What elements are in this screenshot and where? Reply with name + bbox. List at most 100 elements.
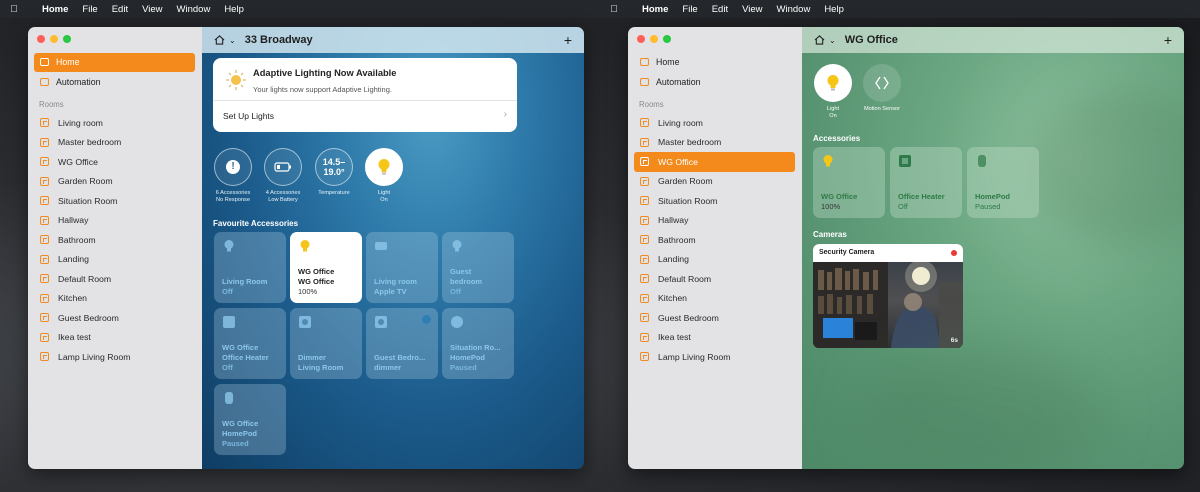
device-motion-sensor[interactable]: Motion Sensor: [860, 64, 904, 113]
menu-window[interactable]: Window: [177, 4, 211, 15]
home-window: Home Automation Rooms Living room Master…: [28, 27, 584, 469]
sidebar-room[interactable]: Garden Room: [34, 172, 195, 192]
sidebar-item-label: WG Office: [58, 156, 98, 167]
menu-window[interactable]: Window: [777, 4, 811, 15]
room-icon: [40, 235, 49, 245]
accessory-tile[interactable]: Dimmer Living Room: [290, 308, 362, 379]
menu-view[interactable]: View: [142, 4, 162, 15]
sidebar-room[interactable]: Kitchen: [634, 289, 795, 309]
adaptive-lighting-banner: Adaptive Lighting Now Available Your lig…: [213, 58, 517, 132]
status-temperature[interactable]: 14.5– 19.0° Temperature: [312, 148, 356, 197]
close-button[interactable]: [637, 35, 645, 43]
room-icon: [40, 352, 49, 362]
sidebar-item-home[interactable]: Home: [634, 53, 795, 72]
close-button[interactable]: [37, 35, 45, 43]
accessory-tile[interactable]: WG Office WG Office 100%: [290, 232, 362, 303]
sidebar-room[interactable]: Living room: [634, 113, 795, 133]
room-icon: [40, 215, 49, 225]
room-icon: [40, 137, 49, 147]
sidebar-item-automation[interactable]: Automation: [634, 73, 795, 92]
accessory-tile[interactable]: Office Heater Off: [890, 147, 962, 218]
banner-title: Adaptive Lighting Now Available: [253, 68, 397, 78]
menu-app[interactable]: Home: [642, 4, 668, 15]
device-status: On: [829, 113, 837, 119]
home-menu-icon[interactable]: [814, 35, 825, 45]
sidebar-item-automation[interactable]: Automation: [34, 73, 195, 92]
sidebar-item-label: Ikea test: [658, 332, 691, 343]
menu-view[interactable]: View: [742, 4, 762, 15]
sidebar-room[interactable]: Master bedroom: [34, 133, 195, 153]
minimize-button[interactable]: [650, 35, 658, 43]
sidebar-room[interactable]: Default Room: [34, 269, 195, 289]
sidebar-room[interactable]: Situation Room: [634, 191, 795, 211]
set-up-lights-button[interactable]: Set Up Lights: [223, 111, 274, 121]
accessory-tile[interactable]: Living Room Off: [214, 232, 286, 303]
sidebar-room[interactable]: Bathroom: [34, 230, 195, 250]
add-button[interactable]: +: [564, 32, 572, 48]
menu-edit[interactable]: Edit: [112, 4, 128, 15]
sidebar-room[interactable]: WG Office: [34, 152, 195, 172]
home-menu-icon[interactable]: [214, 35, 225, 45]
accessory-tile[interactable]: WG Office 100%: [813, 147, 885, 218]
menu-edit[interactable]: Edit: [712, 4, 728, 15]
lightbulb-icon: [224, 240, 234, 252]
sidebar-room[interactable]: Default Room: [634, 269, 795, 289]
sidebar-item-label: Situation Room: [658, 195, 718, 206]
sidebar-room[interactable]: Guest Bedroom: [34, 308, 195, 328]
sidebar-room[interactable]: Guest Bedroom: [634, 308, 795, 328]
menu-file[interactable]: File: [82, 4, 97, 15]
accessory-tile[interactable]: WG Office Office Heater Off: [214, 308, 286, 379]
sidebar-room[interactable]: Situation Room: [34, 191, 195, 211]
chevron-down-icon[interactable]: ⌄: [229, 36, 236, 45]
accessory-tile[interactable]: HomePod Paused: [967, 147, 1039, 218]
sidebar-room[interactable]: Living room: [34, 113, 195, 133]
sidebar-room[interactable]: Hallway: [634, 211, 795, 231]
device-light[interactable]: Light On: [811, 64, 855, 120]
menu-help[interactable]: Help: [824, 4, 844, 15]
sidebar-room[interactable]: Kitchen: [34, 289, 195, 309]
sidebar-room[interactable]: Garden Room: [634, 172, 795, 192]
sidebar-room[interactable]: Ikea test: [634, 328, 795, 348]
zoom-button[interactable]: [663, 35, 671, 43]
accessory-tile[interactable]: Guest Bedro... dimmer: [366, 308, 438, 379]
zoom-button[interactable]: [63, 35, 71, 43]
sidebar-item-label: Garden Room: [658, 176, 713, 187]
apple-menu-icon[interactable]: : [600, 4, 628, 15]
status-no-response[interactable]: ! 6 Accessories No Response: [211, 148, 255, 204]
sidebar-room[interactable]: Landing: [34, 250, 195, 270]
sidebar-item-label: Automation: [56, 76, 101, 87]
sidebar-room[interactable]: Landing: [634, 250, 795, 270]
accessory-tile[interactable]: Situation Ro... HomePod Paused: [442, 308, 514, 379]
sidebar-room[interactable]: WG Office: [634, 152, 795, 172]
sidebar-room[interactable]: Bathroom: [634, 230, 795, 250]
apple-menu-icon[interactable]: : [0, 4, 28, 15]
dimmer-switch-icon: [299, 316, 311, 328]
security-camera-tile[interactable]: Security Camera 6s: [813, 244, 963, 348]
status-light[interactable]: Light On: [362, 148, 406, 204]
sidebar-room[interactable]: Hallway: [34, 211, 195, 231]
room-icon: [40, 254, 49, 264]
lightbulb-icon: [365, 148, 403, 186]
sidebar-item-label: Kitchen: [58, 293, 87, 304]
sidebar-item-label: Situation Room: [58, 195, 118, 206]
sidebar-room[interactable]: Lamp Living Room: [34, 347, 195, 367]
house-icon: [40, 58, 49, 67]
sidebar-item-home[interactable]: Home: [34, 53, 195, 72]
menu-help[interactable]: Help: [224, 4, 244, 15]
homepod-mini-icon: [451, 316, 463, 328]
accessory-tile[interactable]: Guest bedroom Off: [442, 232, 514, 303]
accessory-tile[interactable]: WG Office HomePod Paused: [214, 384, 286, 455]
status-label: 4 Accessories: [265, 190, 301, 196]
add-button[interactable]: +: [1164, 32, 1172, 48]
house-icon: [640, 58, 649, 67]
status-low-battery[interactable]: 4 Accessories Low Battery: [261, 148, 305, 204]
sidebar-room[interactable]: Lamp Living Room: [634, 347, 795, 367]
room-icon: [40, 274, 49, 284]
sidebar-room[interactable]: Master bedroom: [634, 133, 795, 153]
sidebar-room[interactable]: Ikea test: [34, 328, 195, 348]
minimize-button[interactable]: [50, 35, 58, 43]
accessory-tile[interactable]: Living room Apple TV: [366, 232, 438, 303]
chevron-down-icon[interactable]: ⌄: [829, 36, 836, 45]
menu-file[interactable]: File: [682, 4, 697, 15]
menu-app[interactable]: Home: [42, 4, 68, 15]
